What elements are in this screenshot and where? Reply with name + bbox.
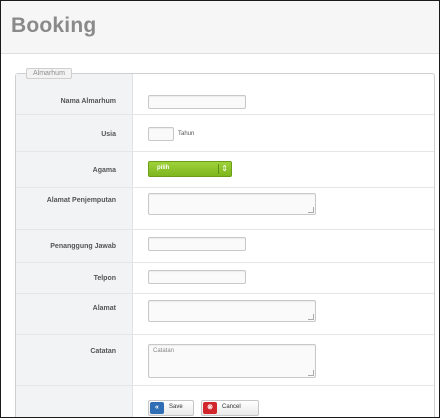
row-penanggung-jawab: Penanggung Jawab	[16, 229, 434, 263]
save-button[interactable]: « Save	[148, 400, 194, 416]
select-divider	[218, 164, 219, 174]
penanggung-jawab-label: Penanggung Jawab	[50, 243, 116, 250]
cancel-button[interactable]: ⊗ Cancel	[201, 400, 259, 416]
catatan-placeholder: Catatan	[153, 348, 175, 354]
page-title: Booking	[11, 14, 97, 37]
row-usia: Usia Tahun	[16, 114, 434, 152]
row-telpon: Telpon	[16, 262, 434, 294]
telpon-label: Telpon	[93, 275, 116, 282]
save-button-label: Save	[169, 404, 183, 410]
resize-grip-icon[interactable]	[308, 314, 314, 320]
row-actions: « Save ⊗ Cancel	[16, 385, 434, 417]
row-agama: Agama pilih ⇕	[16, 151, 434, 188]
row-alamat-penjemputan: Alamat Penjemputan	[16, 187, 434, 230]
resize-grip-icon[interactable]	[308, 370, 314, 376]
row-alamat: Alamat	[16, 293, 434, 335]
row-catatan: Catatan Catatan	[16, 334, 434, 386]
usia-input[interactable]	[148, 127, 174, 141]
alamat-label: Alamat	[92, 305, 116, 312]
usia-suffix: Tahun	[178, 131, 195, 137]
alamat-textarea[interactable]	[148, 300, 316, 322]
agama-select[interactable]: pilih ⇕	[148, 161, 232, 177]
cancel-icon: ⊗	[203, 402, 217, 414]
telpon-input[interactable]	[148, 270, 246, 284]
alamat-penjemputan-label: Alamat Penjemputan	[46, 197, 116, 204]
booking-window: Booking Almarhum Nama Almarhum Usia Tahu…	[0, 0, 440, 418]
chevron-updown-icon: ⇕	[221, 164, 228, 173]
resize-grip-icon[interactable]	[308, 207, 314, 213]
catatan-label: Catatan	[90, 348, 116, 355]
agama-selected-value: pilih	[157, 165, 170, 171]
penanggung-jawab-input[interactable]	[148, 237, 246, 251]
row-nama-almarhum: Nama Almarhum	[16, 74, 434, 115]
save-icon: «	[150, 402, 164, 414]
catatan-textarea[interactable]: Catatan	[148, 344, 316, 378]
agama-label: Agama	[92, 167, 116, 174]
nama-almarhum-label: Nama Almarhum	[60, 98, 116, 105]
almarhum-fieldset: Almarhum Nama Almarhum Usia Tahun Agama …	[15, 68, 435, 417]
usia-label: Usia	[101, 131, 116, 138]
cancel-button-label: Cancel	[222, 404, 241, 410]
page-header: Booking	[1, 1, 439, 54]
nama-almarhum-input[interactable]	[148, 95, 246, 109]
alamat-penjemputan-textarea[interactable]	[148, 193, 316, 215]
